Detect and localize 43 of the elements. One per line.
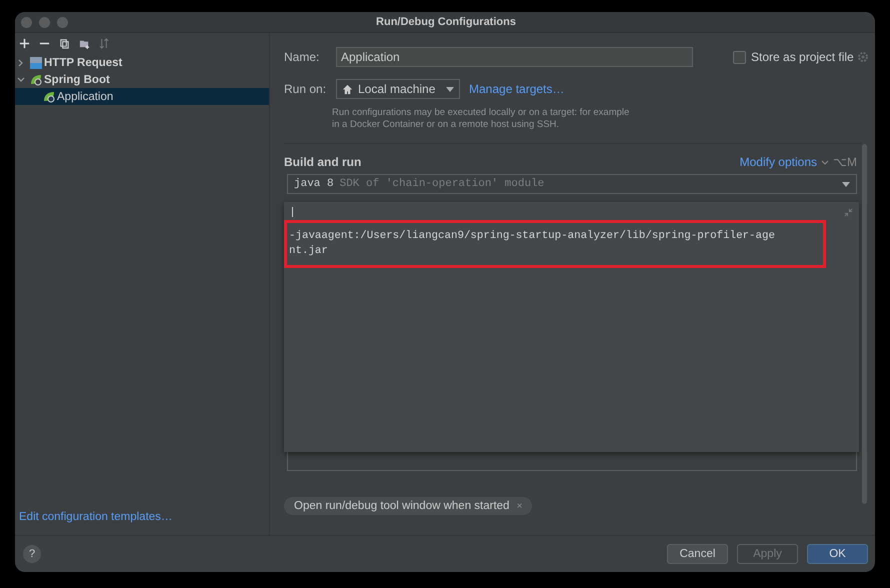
run-on-label: Run on: — [284, 82, 328, 96]
add-icon[interactable] — [19, 38, 30, 49]
edit-templates-link[interactable]: Edit configuration templates… — [15, 511, 172, 535]
name-field[interactable]: Application — [336, 47, 693, 67]
sdk-dropdown[interactable]: java 8 SDK of 'chain-operation' module — [287, 174, 857, 194]
dialog-button[interactable]: OK — [807, 544, 868, 564]
chevron-icon[interactable] — [17, 76, 25, 84]
close-button[interactable] — [21, 16, 32, 28]
vm-options-text: -javaagent:/Users/liangcan9/spring-startup-analyzer/lib/spring-profiler-agent.jar — [289, 229, 776, 259]
chevron-icon[interactable] — [17, 58, 25, 66]
chevron-icon — [821, 160, 829, 164]
window-title: Run/Debug Configurations — [375, 16, 517, 28]
modify-options-link[interactable]: Modify options — [740, 155, 817, 169]
api-icon — [30, 56, 42, 68]
section-heading: Build and run — [284, 155, 362, 169]
caret-icon — [842, 182, 850, 186]
name-label: Name: — [284, 50, 320, 64]
checkbox[interactable] — [733, 50, 746, 64]
manage-targets-link[interactable]: Manage targets… — [469, 82, 564, 96]
minimize-button[interactable] — [39, 16, 50, 28]
gear-icon[interactable] — [856, 51, 869, 63]
sort-icon[interactable] — [99, 38, 110, 49]
tree-item[interactable]: Application — [15, 88, 269, 105]
caret-icon — [446, 86, 454, 92]
folder-icon[interactable] — [79, 38, 90, 49]
leaf-icon — [30, 74, 42, 86]
leaf-icon — [43, 90, 55, 102]
store-label: Store as project file — [751, 50, 854, 64]
collapse-icon[interactable] — [844, 208, 853, 217]
tree-item[interactable]: Spring Boot — [15, 71, 269, 88]
text-field[interactable] — [287, 452, 857, 471]
shortcut-text: ⌥M — [833, 155, 857, 169]
scrollbar[interactable] — [862, 144, 867, 504]
option-tag[interactable]: Open run/debug tool window when started × — [284, 497, 532, 515]
hint-text: Run configurations may be executed locally or on a target: for example in a Docker Container or on a remote host using SSH. — [332, 107, 630, 131]
run-on-dropdown[interactable]: Local machine — [336, 79, 460, 99]
dialog-button[interactable]: Cancel — [667, 544, 728, 564]
tree-item[interactable]: HTTP Request — [15, 54, 269, 71]
home-icon — [342, 84, 353, 94]
zoom-button[interactable] — [57, 16, 68, 28]
copy-icon[interactable] — [59, 38, 70, 49]
help-button[interactable]: ? — [23, 545, 41, 563]
vm-options-editor[interactable]: -javaagent:/Users/liangcan9/spring-startup-analyzer/lib/spring-profiler-agent.jar — [284, 202, 859, 452]
